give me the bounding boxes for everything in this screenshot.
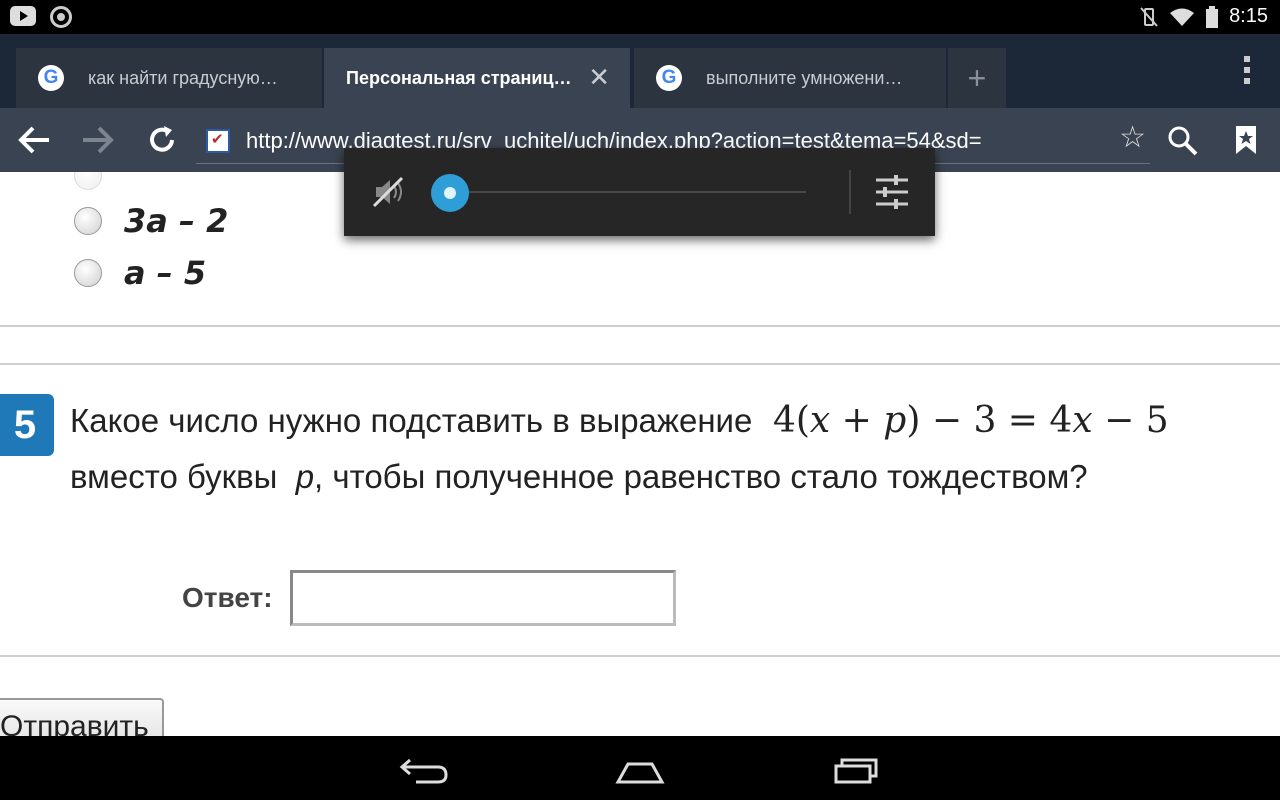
tab-1[interactable]: G как найти градусную… (16, 48, 322, 108)
option-row: a – 5 (74, 254, 206, 292)
divider (0, 655, 1280, 657)
volume-slider-thumb[interactable] (431, 174, 469, 212)
forward-button[interactable] (76, 118, 120, 162)
tab-label: как найти градусную… (88, 67, 278, 88)
option-row-clipped (74, 172, 102, 190)
volume-track[interactable] (450, 191, 806, 193)
google-icon: G (38, 65, 64, 91)
tab-3[interactable]: G выполните умножени… (634, 48, 946, 108)
vibrate-off-icon (1140, 6, 1158, 27)
question-text: Какое число нужно подставить в выражение (70, 402, 753, 439)
arrow-left-icon (18, 126, 49, 154)
battery-icon (1206, 5, 1219, 28)
equalizer-settings-icon[interactable] (874, 174, 910, 210)
option-text: 3a – 2 (124, 202, 229, 240)
system-nav-bar (0, 736, 1280, 800)
question-line-2: вместо буквы p, чтобы полученное равенст… (70, 458, 1088, 495)
tab-label: выполните умножени… (706, 67, 903, 88)
wifi-icon (1170, 8, 1195, 26)
nav-recents-icon[interactable] (826, 748, 886, 788)
search-icon (1168, 126, 1198, 156)
reload-icon (150, 126, 174, 152)
search-button[interactable] (1160, 118, 1204, 162)
status-bar: 8:15 (0, 0, 1280, 34)
new-tab-button[interactable]: + (948, 48, 1006, 108)
status-time: 8:15 (1229, 5, 1268, 27)
nav-back-icon[interactable] (396, 748, 456, 788)
answer-input[interactable] (290, 570, 676, 626)
question-equation: 4(x + p) − 3 = 4x − 5 (772, 400, 1169, 441)
menu-icon[interactable] (1244, 56, 1250, 89)
back-button[interactable] (12, 118, 56, 162)
bookmark-star-icon[interactable]: ☆ (1119, 120, 1146, 155)
option-text: a – 5 (124, 254, 207, 292)
tab-strip: G как найти градусную… Персональная стра… (0, 34, 1280, 108)
volume-popup (344, 148, 935, 236)
bookmarks-button[interactable] (1224, 118, 1268, 162)
youtube-icon (10, 6, 36, 26)
submit-button[interactable]: Отправить (0, 698, 164, 736)
google-icon: G (656, 65, 682, 91)
radio-button[interactable] (74, 259, 102, 287)
site-favicon-icon (206, 128, 230, 153)
nav-home-icon[interactable] (610, 748, 670, 788)
arrow-right-icon (83, 126, 114, 154)
radio-button[interactable] (74, 172, 102, 190)
tab-label: Персональная страниц… (346, 67, 572, 88)
tab-2-active[interactable]: Персональная страниц… ✕ (324, 48, 630, 108)
popup-divider (849, 170, 851, 214)
bookmark-icon (1236, 126, 1256, 154)
volume-muted-icon[interactable] (372, 176, 406, 208)
question-number-badge: 5 (0, 394, 54, 456)
answer-label: Ответ: (182, 582, 273, 613)
reload-button[interactable] (140, 118, 184, 162)
plus-icon: + (967, 59, 987, 96)
close-tab-icon[interactable]: ✕ (588, 62, 610, 93)
question-line-1: Какое число нужно подставить в выражение… (70, 400, 1169, 441)
variable-p: p (295, 458, 315, 495)
divider (0, 363, 1280, 365)
option-row: 3a – 2 (74, 202, 228, 240)
radio-button[interactable] (74, 207, 102, 235)
divider (0, 325, 1280, 327)
chrome-icon (50, 6, 72, 28)
web-page: 3a – 2 a – 5 5 Какое число нужно подстав… (0, 172, 1280, 736)
